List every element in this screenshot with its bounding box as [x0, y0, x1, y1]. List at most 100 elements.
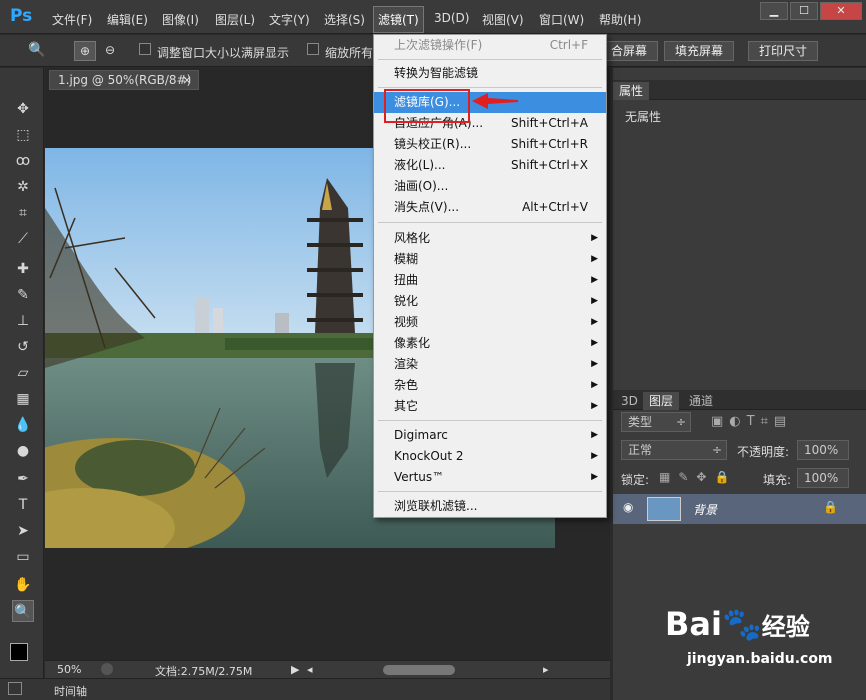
layer-filter-icons[interactable]: ▣◐T⌗▤: [711, 414, 792, 429]
foreground-color-swatch[interactable]: [10, 643, 28, 661]
menu-item-lens-correction[interactable]: 镜头校正(R)... Shift+Ctrl+R: [374, 134, 606, 155]
lasso-tool-icon[interactable]: ꝏ: [12, 150, 34, 172]
menu-separator: [378, 222, 602, 223]
menu-select[interactable]: 选择(S): [324, 11, 365, 28]
history-brush-icon[interactable]: ↺: [12, 336, 34, 358]
menu-item-label: 扭曲: [394, 273, 419, 287]
layer-lock-icon: 🔒: [823, 500, 838, 514]
menu-item-video[interactable]: 视频 ▶: [374, 312, 606, 333]
tab-layers[interactable]: 图层: [643, 392, 680, 410]
zoom-in-icon[interactable]: ⊕: [74, 41, 96, 61]
print-size-button[interactable]: 打印尺寸: [748, 41, 819, 61]
gradient-tool-icon[interactable]: ▦: [12, 388, 34, 410]
zoom-all-checkbox[interactable]: [307, 43, 319, 55]
submenu-arrow-icon: ▶: [591, 296, 598, 306]
zoom-tool-icon[interactable]: 🔍: [12, 600, 34, 622]
dodge-tool-icon[interactable]: ●: [12, 440, 34, 462]
menu-item-liquify[interactable]: 液化(L)... Shift+Ctrl+X: [374, 155, 606, 176]
document-size: 文档:2.75M/2.75M: [155, 665, 253, 678]
menu-item-last-filter[interactable]: 上次滤镜操作(F) Ctrl+F: [374, 35, 606, 56]
menu-item-smart-filter[interactable]: 转换为智能滤镜: [374, 63, 606, 84]
properties-tab[interactable]: 属性: [613, 82, 650, 100]
tab-channels[interactable]: 通道: [683, 392, 719, 410]
fill-screen-button[interactable]: 填充屏幕: [664, 41, 735, 61]
menu-file[interactable]: 文件(F): [52, 11, 92, 28]
menu-item-label: 上次滤镜操作(F): [394, 38, 483, 52]
magic-wand-icon[interactable]: ✲: [12, 176, 34, 198]
menu-item-render[interactable]: 渲染 ▶: [374, 354, 606, 375]
path-select-icon[interactable]: ➤: [12, 520, 34, 542]
menu-item-pixelate[interactable]: 像素化 ▶: [374, 333, 606, 354]
close-button[interactable]: ✕: [820, 2, 862, 20]
type-tool-icon[interactable]: T: [12, 494, 34, 516]
eraser-tool-icon[interactable]: ▱: [12, 362, 34, 384]
menu-item-label: 液化(L)...: [394, 158, 446, 172]
zoom-out-icon[interactable]: ⊖: [100, 41, 120, 61]
layer-filter-label: 类型: [628, 415, 653, 429]
zoom-tool-icon[interactable]: 🔍: [28, 42, 45, 58]
menu-window[interactable]: 窗口(W): [539, 11, 584, 28]
lock-icons[interactable]: ▦✎✥🔒: [659, 470, 737, 484]
menu-item-oil-paint[interactable]: 油画(O)...: [374, 176, 606, 197]
blend-mode-value: 正常: [628, 443, 653, 457]
blend-mode-select[interactable]: 正常 ÷: [621, 440, 727, 460]
menu-separator: [378, 420, 602, 421]
tab-3d[interactable]: 3D: [615, 392, 644, 410]
resize-window-label: 调整窗口大小以满屏显示: [157, 46, 290, 60]
menu-item-blur[interactable]: 模糊 ▶: [374, 249, 606, 270]
fill-field[interactable]: 100%: [797, 468, 849, 488]
menu-edit[interactable]: 编辑(E): [107, 11, 148, 28]
menu-item-knockout[interactable]: KnockOut 2 ▶: [374, 446, 606, 467]
layer-filter-select[interactable]: 类型 ÷: [621, 412, 691, 432]
minimize-button[interactable]: ▁: [760, 2, 788, 20]
timeline-label[interactable]: 时间轴: [54, 683, 87, 699]
zoom-level[interactable]: 50%: [57, 663, 81, 676]
brush-tool-icon[interactable]: ✎: [12, 284, 34, 306]
menu-item-vertus[interactable]: Vertus™ ▶: [374, 467, 606, 488]
horizontal-scrollbar-thumb[interactable]: [383, 665, 455, 675]
menu-separator: [378, 491, 602, 492]
crop-tool-icon[interactable]: ⌗: [12, 202, 34, 224]
menu-item-other[interactable]: 其它 ▶: [374, 396, 606, 417]
opacity-label: 不透明度:: [737, 445, 790, 459]
move-tool-icon[interactable]: ✥: [12, 98, 34, 120]
scroll-right-icon[interactable]: ▸: [543, 663, 549, 676]
layer-row[interactable]: ◉ 背景 🔒: [613, 494, 866, 524]
menu-item-label: 模糊: [394, 252, 419, 266]
menu-filter[interactable]: 滤镜(T): [373, 6, 424, 33]
status-menu-arrow-icon[interactable]: ▶: [291, 663, 299, 676]
healing-brush-icon[interactable]: ✚: [12, 258, 34, 280]
menu-help[interactable]: 帮助(H): [599, 11, 641, 28]
layer-name[interactable]: 背景: [693, 501, 717, 518]
layers-header: 3D 图层 通道: [613, 390, 866, 410]
hand-tool-icon[interactable]: ✋: [12, 574, 34, 596]
marquee-tool-icon[interactable]: ⬚: [12, 124, 34, 146]
document-tab[interactable]: 1.jpg @ 50%(RGB/8#) ×: [49, 70, 199, 90]
blur-tool-icon[interactable]: 💧: [12, 414, 34, 436]
menu-image[interactable]: 图像(I): [162, 11, 199, 28]
menu-item-digimarc[interactable]: Digimarc ▶: [374, 425, 606, 446]
pen-tool-icon[interactable]: ✒: [12, 468, 34, 490]
fit-screen-button[interactable]: 合屏幕: [600, 41, 659, 61]
opacity-field[interactable]: 100%: [797, 440, 849, 460]
maximize-button[interactable]: ☐: [790, 2, 818, 20]
menu-item-vanishing-point[interactable]: 消失点(V)... Alt+Ctrl+V: [374, 197, 606, 218]
menu-item-noise[interactable]: 杂色 ▶: [374, 375, 606, 396]
menu-item-sharpen[interactable]: 锐化 ▶: [374, 291, 606, 312]
menu-layer[interactable]: 图层(L): [215, 11, 255, 28]
menu-item-browse-online[interactable]: 浏览联机滤镜...: [374, 496, 606, 517]
submenu-arrow-icon: ▶: [591, 380, 598, 390]
visibility-eye-icon[interactable]: ◉: [623, 500, 633, 514]
scroll-left-icon[interactable]: ◂: [307, 663, 313, 676]
menu-item-distort[interactable]: 扭曲 ▶: [374, 270, 606, 291]
tab-close-icon[interactable]: ×: [182, 71, 192, 89]
menu-item-stylize[interactable]: 风格化 ▶: [374, 228, 606, 249]
menu-3d[interactable]: 3D(D): [434, 11, 469, 25]
stamp-tool-icon[interactable]: ⊥: [12, 310, 34, 332]
shape-tool-icon[interactable]: ▭: [12, 546, 34, 568]
menu-type[interactable]: 文字(Y): [269, 11, 310, 28]
menu-view[interactable]: 视图(V): [482, 11, 524, 28]
eyedropper-icon[interactable]: ⟋: [12, 228, 34, 250]
resize-window-checkbox[interactable]: [139, 43, 151, 55]
status-info-icon[interactable]: [101, 663, 113, 675]
